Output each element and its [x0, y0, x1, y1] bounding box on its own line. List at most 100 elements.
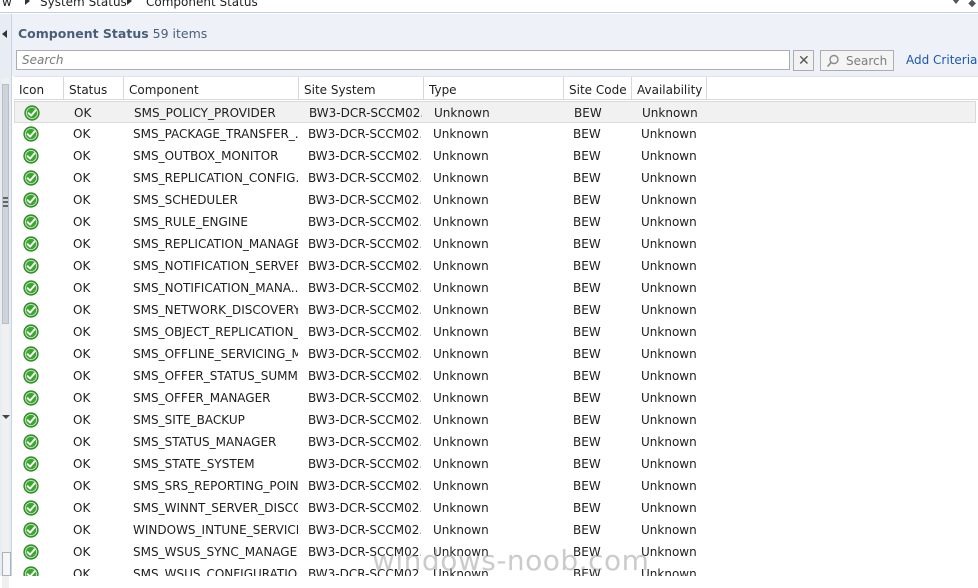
nav-scrollbar[interactable]: [1, 78, 11, 588]
status-cell: OK: [73, 391, 91, 405]
table-row[interactable]: OK SMS_NOTIFICATION_SERVER BW3-DCR-SCCM02.…: [14, 255, 708, 277]
status-cell: OK: [73, 303, 91, 317]
search-input[interactable]: [16, 50, 790, 70]
table-row[interactable]: OK WINDOWS_INTUNE_SERVICE BW3-DCR-SCCM02..…: [14, 519, 708, 541]
column-header-type[interactable]: Type: [424, 77, 564, 100]
scroll-down-icon[interactable]: [2, 415, 10, 419]
component-cell: SMS_NETWORK_DISCOVERY: [133, 303, 298, 317]
nav-scroll-box[interactable]: [2, 552, 11, 576]
site-code-cell: BEW: [573, 149, 601, 163]
component-cell: WINDOWS_INTUNE_SERVICE: [133, 523, 298, 537]
availability-cell: Unknown: [641, 567, 697, 576]
check-circle-icon: [23, 258, 39, 274]
site-code-cell: BEW: [573, 457, 601, 471]
site-code-cell: BEW: [573, 171, 601, 185]
component-cell: SMS_WSUS_CONFIGURATIO...: [133, 567, 298, 576]
status-cell: OK: [73, 567, 91, 576]
status-cell: OK: [73, 171, 91, 185]
table-row[interactable]: OK SMS_POLICY_PROVIDER BW3-DCR-SCCM02... Un…: [14, 101, 976, 123]
type-cell: Unknown: [434, 106, 490, 120]
component-cell: SMS_SITE_BACKUP: [133, 413, 245, 427]
breadcrumb: w System Status Component Status ◆: [0, 0, 978, 13]
navigation-pane-collapsed: [0, 14, 12, 588]
table-row[interactable]: OK SMS_REPLICATION_CONFIG... BW3-DCR-SCCM0…: [14, 167, 708, 189]
type-cell: Unknown: [433, 347, 489, 361]
table-row[interactable]: OK SMS_OFFER_STATUS_SUMM... BW3-DCR-SCCM02…: [14, 365, 708, 387]
type-cell: Unknown: [433, 501, 489, 515]
table-row[interactable]: OK SMS_SITE_BACKUP BW3-DCR-SCCM02... Unknow…: [14, 409, 708, 431]
component-cell: SMS_REPLICATION_MANAGER: [133, 237, 298, 251]
site-system-cell: BW3-DCR-SCCM02...: [308, 237, 421, 251]
type-cell: Unknown: [433, 127, 489, 141]
availability-cell: Unknown: [641, 127, 697, 141]
component-cell: SMS_WSUS_SYNC_MANAGER: [133, 545, 298, 559]
site-system-cell: BW3-DCR-SCCM02...: [308, 127, 421, 141]
availability-cell: Unknown: [641, 259, 697, 273]
component-cell: SMS_NOTIFICATION_MANA...: [133, 281, 298, 295]
breadcrumb-item-partial[interactable]: w: [2, 0, 12, 9]
breadcrumb-item-component-status[interactable]: Component Status: [146, 0, 258, 9]
site-code-cell: BEW: [573, 413, 601, 427]
watermark: windows-noob.com: [372, 544, 650, 577]
table-row[interactable]: OK SMS_RULE_ENGINE BW3-DCR-SCCM02... Unknow…: [14, 211, 708, 233]
magnifier-icon: [826, 54, 839, 68]
table-row[interactable]: OK SMS_WINNT_SERVER_DISCO... BW3-DCR-SCCM0…: [14, 497, 708, 519]
site-code-cell: BEW: [573, 347, 601, 361]
column-divider[interactable]: [706, 77, 707, 100]
availability-cell: Unknown: [642, 106, 698, 120]
table-row[interactable]: OK SMS_NETWORK_DISCOVERY BW3-DCR-SCCM02...…: [14, 299, 708, 321]
chevron-down-icon[interactable]: [952, 0, 960, 4]
availability-cell: Unknown: [641, 171, 697, 185]
check-circle-icon: [23, 302, 39, 318]
table-row[interactable]: OK SMS_OBJECT_REPLICATION_... BW3-DCR-SCCM…: [14, 321, 708, 343]
component-cell: SMS_OBJECT_REPLICATION_...: [133, 325, 298, 339]
table-row[interactable]: OK SMS_NOTIFICATION_MANA... BW3-DCR-SCCM02…: [14, 277, 708, 299]
site-system-cell: BW3-DCR-SCCM02...: [308, 347, 421, 361]
component-cell: SMS_RULE_ENGINE: [133, 215, 248, 229]
table-row[interactable]: OK SMS_PACKAGE_TRANSFER_... BW3-DCR-SCCM02…: [14, 123, 708, 145]
status-cell: OK: [74, 106, 92, 120]
availability-cell: Unknown: [641, 281, 697, 295]
site-code-cell: BEW: [573, 237, 601, 251]
column-header-status[interactable]: Status: [64, 77, 124, 100]
column-header-site-code[interactable]: Site Code: [564, 77, 632, 100]
column-header-site-system[interactable]: Site System: [299, 77, 424, 100]
check-circle-icon: [23, 566, 39, 576]
availability-cell: Unknown: [641, 413, 697, 427]
site-system-cell: BW3-DCR-SCCM02...: [308, 369, 421, 383]
column-header-component[interactable]: Component: [124, 77, 299, 100]
type-cell: Unknown: [433, 369, 489, 383]
type-cell: Unknown: [433, 303, 489, 317]
component-cell: SMS_OFFLINE_SERVICING_M...: [133, 347, 298, 361]
table-row[interactable]: OK SMS_STATE_SYSTEM BW3-DCR-SCCM02... Unkno…: [14, 453, 708, 475]
table-row[interactable]: OK SMS_OUTBOX_MONITOR BW3-DCR-SCCM02... Unk…: [14, 145, 708, 167]
list-header: Component Status59 items ✕ Search Add Cr…: [12, 14, 978, 76]
table-row[interactable]: OK SMS_STATUS_MANAGER BW3-DCR-SCCM02... Unk…: [14, 431, 708, 453]
clear-search-button[interactable]: ✕: [793, 50, 814, 71]
table-row[interactable]: OK SMS_SRS_REPORTING_POINT BW3-DCR-SCCM02.…: [14, 475, 708, 497]
table-row[interactable]: OK SMS_OFFLINE_SERVICING_M... BW3-DCR-SCCM…: [14, 343, 708, 365]
chevron-left-icon[interactable]: [2, 30, 7, 38]
search-button[interactable]: Search: [820, 50, 894, 71]
component-cell: SMS_OFFER_STATUS_SUMM...: [133, 369, 298, 383]
type-cell: Unknown: [433, 413, 489, 427]
site-system-cell: BW3-DCR-SCCM02...: [308, 457, 421, 471]
availability-cell: Unknown: [641, 501, 697, 515]
pin-icon[interactable]: ◆: [968, 0, 976, 9]
availability-cell: Unknown: [641, 149, 697, 163]
add-criteria-label: Add Criteria: [906, 53, 978, 67]
column-header-availability[interactable]: Availability: [632, 77, 707, 100]
splitter-grip-icon[interactable]: [3, 197, 8, 207]
table-row[interactable]: OK SMS_OFFER_MANAGER BW3-DCR-SCCM02... Unkn…: [14, 387, 708, 409]
check-circle-icon: [23, 280, 39, 296]
column-header-icon[interactable]: Icon: [14, 77, 64, 100]
status-cell: OK: [73, 237, 91, 251]
availability-cell: Unknown: [641, 325, 697, 339]
table-row[interactable]: OK SMS_SCHEDULER BW3-DCR-SCCM02... Unknown B…: [14, 189, 708, 211]
availability-cell: Unknown: [641, 369, 697, 383]
site-code-cell: BEW: [574, 106, 602, 120]
table-row[interactable]: OK SMS_REPLICATION_MANAGER BW3-DCR-SCCM02.…: [14, 233, 708, 255]
breadcrumb-item-system-status[interactable]: System Status: [40, 0, 127, 9]
type-cell: Unknown: [433, 325, 489, 339]
add-criteria-link[interactable]: Add Criteria: [906, 53, 978, 67]
